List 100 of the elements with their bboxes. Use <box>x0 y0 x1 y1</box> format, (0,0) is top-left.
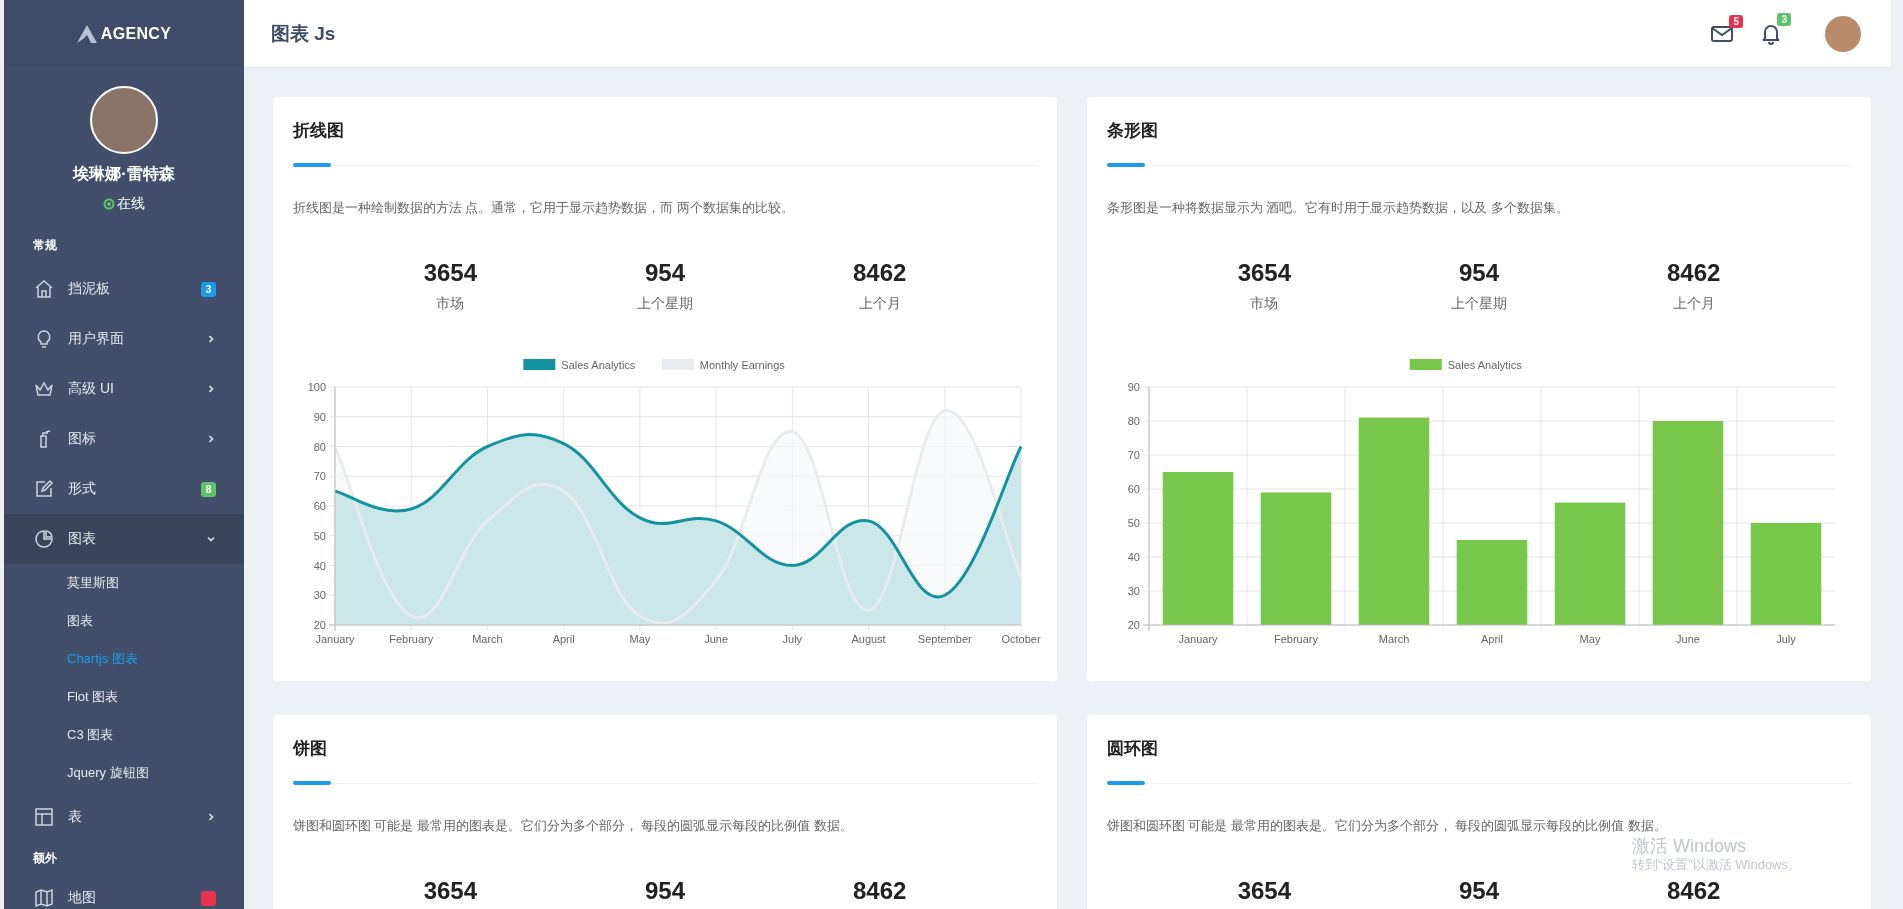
stat-label: 上个星期 <box>637 295 693 313</box>
card-title: 圆环图 <box>1107 738 1159 760</box>
stat-label: 上个月 <box>858 295 901 313</box>
legend-label: Sales Analytics <box>561 359 636 371</box>
card-title: 折线图 <box>293 120 345 142</box>
submenu-item[interactable]: 图表 <box>4 602 244 640</box>
stat-value: 8462 <box>1666 877 1721 905</box>
activation-notice-text: 转到“设置”以激活 Windows。 <box>1632 858 1801 871</box>
count-badge: 8 <box>201 481 216 497</box>
stat-value: 8462 <box>1666 259 1721 287</box>
nav-item[interactable]: 高级 UI <box>4 364 244 414</box>
axis-label: 40 <box>1127 551 1140 563</box>
axis-label: 20 <box>1127 619 1140 631</box>
axis-label: 60 <box>313 500 326 512</box>
card-description: 条形图是一种将数据显示为 酒吧。它有时用于显示趋势数据，以及 多个数据集。 <box>1107 200 1570 217</box>
axis-label: January <box>1178 633 1218 645</box>
section-title: 额外 <box>32 850 58 867</box>
axis-label: January <box>315 633 355 645</box>
axis-label: February <box>1274 633 1318 645</box>
section-title: 常规 <box>32 237 58 254</box>
user-avatar[interactable] <box>1825 15 1861 52</box>
nav-item[interactable]: 地图 <box>4 873 244 909</box>
card-title: 饼图 <box>293 738 328 760</box>
nav-item[interactable]: 挡泥板 3 <box>4 264 244 314</box>
logo-text: AGENCY <box>100 24 172 43</box>
stat-value: 3654 <box>423 877 477 905</box>
mail-icon[interactable] <box>1711 24 1733 43</box>
axis-label: 90 <box>313 410 326 423</box>
axis-label: 70 <box>1127 449 1140 461</box>
stat-value: 8462 <box>852 877 907 905</box>
profile-name: 埃琳娜·雷特森 <box>73 164 175 184</box>
notification-icon[interactable] <box>1761 22 1781 45</box>
card-description: 饼图和圆环图 可能是 最常用的图表是。它们分为多个部分， 每段的圆弧显示每段的比例值 数据。 <box>293 818 854 835</box>
stat-value: 8462 <box>852 259 907 287</box>
axis-label: October <box>1001 633 1041 645</box>
count-badge: 3 <box>1777 12 1791 26</box>
home-icon <box>34 279 54 299</box>
stat-value: 954 <box>1458 259 1499 287</box>
axis-label: June <box>1676 633 1700 645</box>
axis-label: 80 <box>313 440 326 453</box>
legend-label: Monthly Earnings <box>699 359 785 371</box>
stat-value: 3654 <box>1237 259 1291 287</box>
axis-label: September <box>917 633 972 645</box>
legend-label: Sales Analytics <box>1447 359 1522 371</box>
nav-item[interactable]: 用户界面 <box>4 314 244 364</box>
axis-label: April <box>1481 633 1503 645</box>
page-title: 图表 Js <box>271 21 336 46</box>
nav-item[interactable]: 图标 <box>4 414 244 464</box>
axis-label: 50 <box>313 529 326 542</box>
logo-icon <box>76 24 97 43</box>
nav-item[interactable]: 形式 8 <box>4 464 244 514</box>
activation-notice-title: 激活 Windows <box>1632 837 1748 855</box>
card-description: 折线图是一种绘制数据的方法 点。通常，它用于显示趋势数据，而 两个数据集的比较。 <box>293 200 795 217</box>
submenu-item[interactable]: Jquery 旋钮图 <box>4 754 244 792</box>
axis-label: May <box>1579 633 1601 645</box>
count-badge: 3 <box>201 281 216 297</box>
pie-icon <box>34 529 54 549</box>
axis-label: March <box>1378 633 1410 645</box>
axis-label: July <box>1776 633 1796 645</box>
axis-label: July <box>782 633 803 645</box>
edit-icon <box>34 479 54 499</box>
axis-label: 30 <box>1127 585 1140 597</box>
axis-label: 80 <box>1127 415 1140 427</box>
axis-label: May <box>629 633 651 645</box>
nav-item[interactable]: 表 <box>4 792 244 842</box>
submenu-item[interactable]: 莫里斯图 <box>4 564 244 602</box>
stat-value: 3654 <box>1237 877 1291 905</box>
stat-label: 市场 <box>436 295 465 313</box>
axis-label: August <box>851 633 886 645</box>
legend-swatch <box>523 359 556 370</box>
axis-label: 30 <box>313 589 326 602</box>
crown-icon <box>34 379 54 399</box>
map-icon <box>34 888 54 908</box>
nav-item[interactable]: 图表 <box>4 514 244 564</box>
submenu-item[interactable]: C3 图表 <box>4 716 244 754</box>
axis-label: 20 <box>313 619 326 631</box>
axis-label: February <box>389 633 434 645</box>
layout-icon <box>34 807 54 827</box>
card-title: 条形图 <box>1107 120 1159 142</box>
stat-label: 上个月 <box>1672 295 1715 313</box>
axis-label: 50 <box>1127 517 1140 529</box>
status-text: 在线 <box>117 195 145 213</box>
card-description: 饼图和圆环图 可能是 最常用的图表是。它们分为多个部分， 每段的圆弧显示每段的比例值 数据。 <box>1107 818 1668 835</box>
axis-label: 100 <box>307 381 326 393</box>
axis-label: 90 <box>1127 381 1140 393</box>
axis-label: June <box>704 633 729 645</box>
count-badge: 5 <box>1729 14 1743 28</box>
stat-label: 上个星期 <box>1451 295 1507 313</box>
axis-label: 60 <box>1127 483 1140 495</box>
submenu-item[interactable]: Flot 图表 <box>4 678 244 716</box>
stat-value: 3654 <box>423 259 477 287</box>
axis-label: April <box>552 633 575 645</box>
axis-label: 70 <box>313 470 326 483</box>
stat-value: 954 <box>644 259 685 287</box>
stat-value: 954 <box>1458 877 1499 905</box>
axis-label: 40 <box>313 559 326 572</box>
stat-value: 954 <box>644 877 685 905</box>
stat-label: 市场 <box>1250 295 1279 313</box>
axis-label: March <box>472 633 503 645</box>
legend-swatch <box>1409 359 1442 370</box>
